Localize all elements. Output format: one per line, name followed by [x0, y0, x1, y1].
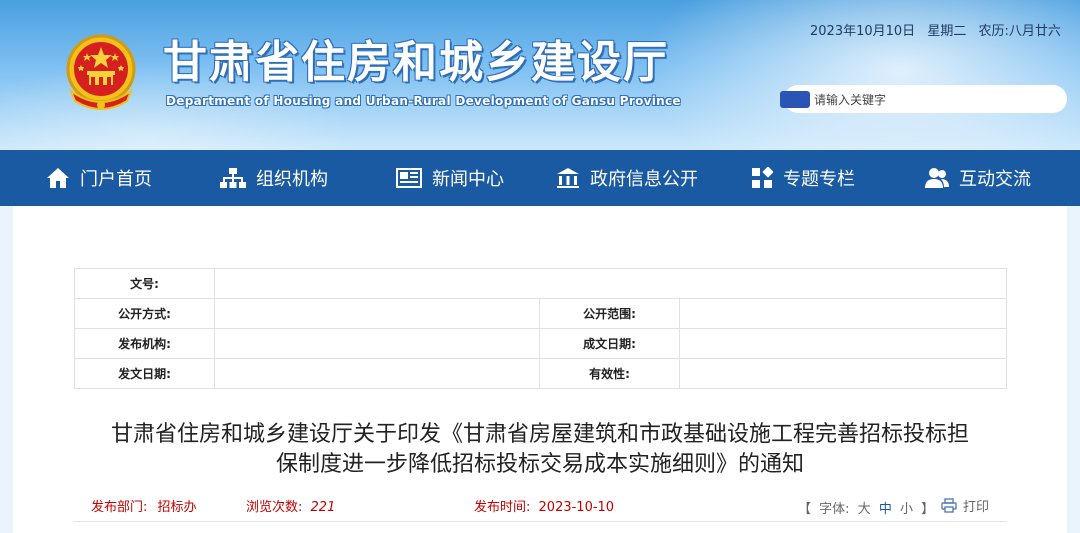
nav-item-interaction[interactable]: 互动交流: [925, 150, 1031, 206]
current-weekday: 星期二: [927, 24, 967, 39]
nav-label: 门户首页: [80, 169, 152, 190]
date-line: 2023年10月10日 星期二 农历:八月廿六: [810, 20, 1069, 39]
written-date-label: 成文日期:: [539, 328, 680, 359]
nav-label: 组织机构: [256, 169, 328, 190]
view-count: 浏览次数: 221: [246, 496, 335, 515]
issue-date-label: 发文日期:: [74, 358, 215, 389]
print-label: 打印: [963, 500, 990, 515]
publish-dept: 发布部门: 招标办: [91, 496, 197, 515]
nav-item-gov-info[interactable]: 政府信息公开: [556, 150, 698, 206]
written-date-value: [678, 328, 1008, 359]
print-button[interactable]: 打印: [941, 496, 989, 515]
issuing-agency-label: 发布机构:: [74, 328, 215, 359]
content-panel: 文号: 公开方式: 公开范围: 发布机构: 成文日期: 发文日期: 有效性: 甘…: [13, 206, 1067, 533]
validity-label: 有效性:: [539, 358, 680, 389]
search-box: [780, 85, 1067, 113]
disclosure-method-label: 公开方式:: [74, 298, 215, 329]
users-icon: [925, 168, 949, 188]
nav-item-home[interactable]: 门户首页: [46, 150, 152, 206]
divider: [73, 521, 1007, 522]
font-medium-button[interactable]: 中: [879, 502, 892, 517]
table-row: 文号:: [74, 268, 1008, 299]
government-building-icon: [557, 168, 579, 188]
issuing-agency-value: [214, 328, 540, 359]
site-header: 甘肃省住房和城乡建设厅 Department of Housing and Ur…: [0, 0, 1080, 150]
newspaper-icon: [396, 168, 422, 188]
publish-dept-label: 发布部门:: [91, 500, 148, 515]
site-subtitle: Department of Housing and Urban-Rural De…: [166, 94, 681, 108]
font-size-label: 字体:: [819, 502, 850, 517]
font-small-button[interactable]: 小: [900, 502, 913, 517]
publish-time-label: 发布时间:: [474, 500, 531, 515]
home-icon: [47, 168, 69, 188]
table-row: 发布机构: 成文日期:: [74, 328, 1008, 359]
search-tag-icon: [780, 91, 810, 108]
current-date: 2023年10月10日: [810, 24, 916, 39]
site-title: 甘肃省住房和城乡建设厅: [163, 37, 669, 88]
table-row: 发文日期: 有效性:: [74, 358, 1008, 389]
font-bracket-close: 】: [921, 502, 935, 517]
disclosure-scope-value: [678, 298, 1008, 329]
validity-value: [678, 358, 1008, 389]
view-count-value: 221: [310, 500, 336, 515]
publish-time: 发布时间: 2023-10-10: [474, 496, 614, 515]
doc-number-label: 文号:: [74, 268, 215, 299]
doc-number-value: [213, 268, 1008, 299]
main-nav: 门户首页 组织机构 新闻中心 政府信息公开 专题专栏 互动交流: [0, 150, 1080, 206]
disclosure-scope-label: 公开范围:: [539, 298, 680, 329]
nav-item-news[interactable]: 新闻中心: [396, 150, 504, 206]
article-title-line-1: 甘肃省住房和城乡建设厅关于印发《甘肃省房屋建筑和市政基础设施工程完善招标投标担: [110, 422, 969, 447]
view-count-label: 浏览次数:: [246, 500, 303, 515]
table-row: 公开方式: 公开范围:: [74, 298, 1008, 329]
document-meta-table: 文号: 公开方式: 公开范围: 发布机构: 成文日期: 发文日期: 有效性:: [74, 268, 1008, 389]
nav-label: 新闻中心: [432, 169, 504, 190]
article-title-line-2: 保制度进一步降低招标投标交易成本实施细则》的通知: [275, 452, 804, 477]
font-large-button[interactable]: 大: [858, 502, 871, 517]
nav-item-topics[interactable]: 专题专栏: [751, 150, 855, 206]
nav-label: 互动交流: [959, 169, 1031, 190]
issue-date-value: [214, 358, 540, 389]
font-size-control: 【 字体: 大 中 小 】: [796, 498, 936, 517]
font-bracket-open: 【: [798, 502, 812, 517]
grid-icon: [752, 167, 773, 188]
nav-label: 政府信息公开: [590, 169, 698, 190]
disclosure-method-value: [214, 298, 540, 329]
article-title: 甘肃省住房和城乡建设厅关于印发《甘肃省房屋建筑和市政基础设施工程完善招标投标担 …: [73, 420, 1007, 480]
publish-time-value: 2023-10-10: [538, 500, 615, 515]
nav-label: 专题专栏: [783, 169, 855, 190]
lunar-date: 农历:八月廿六: [978, 24, 1061, 39]
org-chart-icon: [220, 168, 246, 188]
publish-dept-value: 招标办: [157, 500, 197, 515]
printer-icon: [941, 498, 957, 513]
national-emblem-icon: [66, 34, 136, 110]
search-input[interactable]: [812, 88, 1056, 112]
nav-item-organization[interactable]: 组织机构: [220, 150, 328, 206]
